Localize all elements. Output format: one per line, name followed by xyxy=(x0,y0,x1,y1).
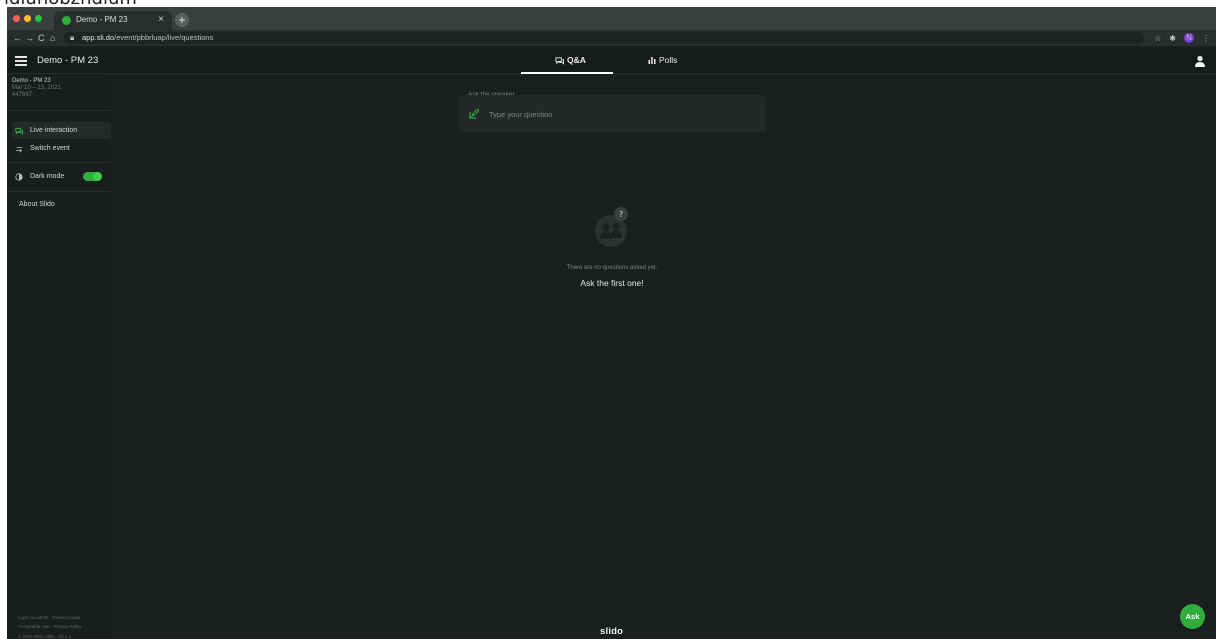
sidebar-event-code: #47667 xyxy=(12,92,33,98)
tab-qa[interactable]: Q&A xyxy=(555,55,586,65)
dark-mode-toggle[interactable] xyxy=(83,172,103,181)
home-icon[interactable]: ⌂ xyxy=(50,32,55,44)
svg-text:?: ? xyxy=(619,210,623,219)
user-account-icon[interactable] xyxy=(1195,55,1205,67)
new-tab-button[interactable]: + xyxy=(175,13,189,27)
reload-icon[interactable]: C xyxy=(38,32,45,44)
sidebar-item-label: Dark mode xyxy=(30,173,65,180)
divider xyxy=(7,162,111,163)
slido-favicon-icon xyxy=(62,16,71,25)
sidebar: Demo - PM 23 Mar 10 – 13, 2021 #47667 Li… xyxy=(7,74,111,639)
profile-avatar[interactable]: N xyxy=(1184,33,1194,43)
active-tab-indicator xyxy=(521,72,613,74)
qa-icon xyxy=(555,56,564,65)
sidebar-event-name: Demo - PM 23 xyxy=(12,78,51,84)
contrast-icon xyxy=(15,172,23,181)
caption-strip: idlunobzhdium xyxy=(0,0,1216,7)
hamburger-menu-icon[interactable] xyxy=(15,56,27,66)
polls-icon xyxy=(648,57,656,64)
forward-icon[interactable]: → xyxy=(25,32,34,44)
chat-icon xyxy=(15,127,23,135)
sidebar-item-label: Live interaction xyxy=(30,127,78,134)
app-header: Demo - PM 23 Q&A Polls xyxy=(7,48,1216,74)
browser-actions: ☆ ✱ N ⋮ xyxy=(1154,32,1210,44)
url-text: app.sli.do/event/pbbrluap/live/questions xyxy=(82,33,213,42)
close-window-dot[interactable] xyxy=(13,15,20,22)
browser-window: Demo - PM 23 × + ← → C ⌂ 🔒︎ app.sli.do/e… xyxy=(7,7,1216,639)
event-title: Demo - PM 23 xyxy=(37,55,99,66)
tab-polls[interactable]: Polls xyxy=(648,55,677,65)
ask-button[interactable]: Ask xyxy=(1180,604,1205,629)
url-host: app.sli.do xyxy=(82,33,115,42)
footer-copyright: © 2012-2021 slido · 10.2.1 xyxy=(18,634,72,639)
divider xyxy=(7,110,111,111)
tab-qa-label: Q&A xyxy=(567,55,586,65)
url-path: /event/pbbrluap/live/questions xyxy=(114,33,214,42)
browser-tab[interactable]: Demo - PM 23 × xyxy=(54,11,172,30)
empty-state-cta: Ask the first one! xyxy=(580,278,644,288)
switch-icon xyxy=(15,146,23,152)
bookmark-star-icon[interactable]: ☆ xyxy=(1154,34,1161,43)
sidebar-item-dark-mode[interactable]: Dark mode xyxy=(12,168,111,185)
empty-state-text: There are no questions asked yet. xyxy=(566,265,658,271)
minimize-window-dot[interactable] xyxy=(24,15,31,22)
question-input[interactable]: Type your question xyxy=(459,95,766,132)
caption-text: idlunobzhdium xyxy=(4,0,137,7)
about-slido-link[interactable]: About Slido xyxy=(19,201,55,208)
maximize-window-dot[interactable] xyxy=(35,15,42,22)
back-icon[interactable]: ← xyxy=(13,32,22,44)
lock-icon: 🔒︎ xyxy=(70,33,75,42)
browser-menu-icon[interactable]: ⋮ xyxy=(1202,34,1210,43)
extensions-icon[interactable]: ✱ xyxy=(1169,34,1176,43)
tab-title: Demo - PM 23 xyxy=(76,15,128,24)
slido-logo: slido xyxy=(600,626,624,637)
tab-polls-label: Polls xyxy=(659,55,678,65)
sidebar-event-date: Mar 10 – 13, 2021 xyxy=(12,85,61,91)
tab-bar: Demo - PM 23 × + xyxy=(7,7,1216,30)
sidebar-item-switch-event[interactable]: Switch event xyxy=(12,140,111,157)
address-bar: ← → C ⌂ 🔒︎ app.sli.do/event/pbbrluap/liv… xyxy=(7,30,1216,46)
no-questions-illustration-icon: ? xyxy=(595,207,628,247)
divider xyxy=(7,191,111,192)
sidebar-item-live-interaction[interactable]: Live interaction xyxy=(12,122,111,139)
sidebar-item-label: Switch event xyxy=(30,145,70,152)
footer-policy-links[interactable]: Acceptable Use · Privacy Policy xyxy=(18,624,82,629)
edit-icon xyxy=(469,109,479,119)
footer-admin-links[interactable]: Login as admin · Present mode xyxy=(18,615,81,620)
question-placeholder: Type your question xyxy=(489,110,553,119)
url-input[interactable]: 🔒︎ app.sli.do/event/pbbrluap/live/questi… xyxy=(64,32,1144,44)
close-tab-icon[interactable]: × xyxy=(158,14,164,25)
